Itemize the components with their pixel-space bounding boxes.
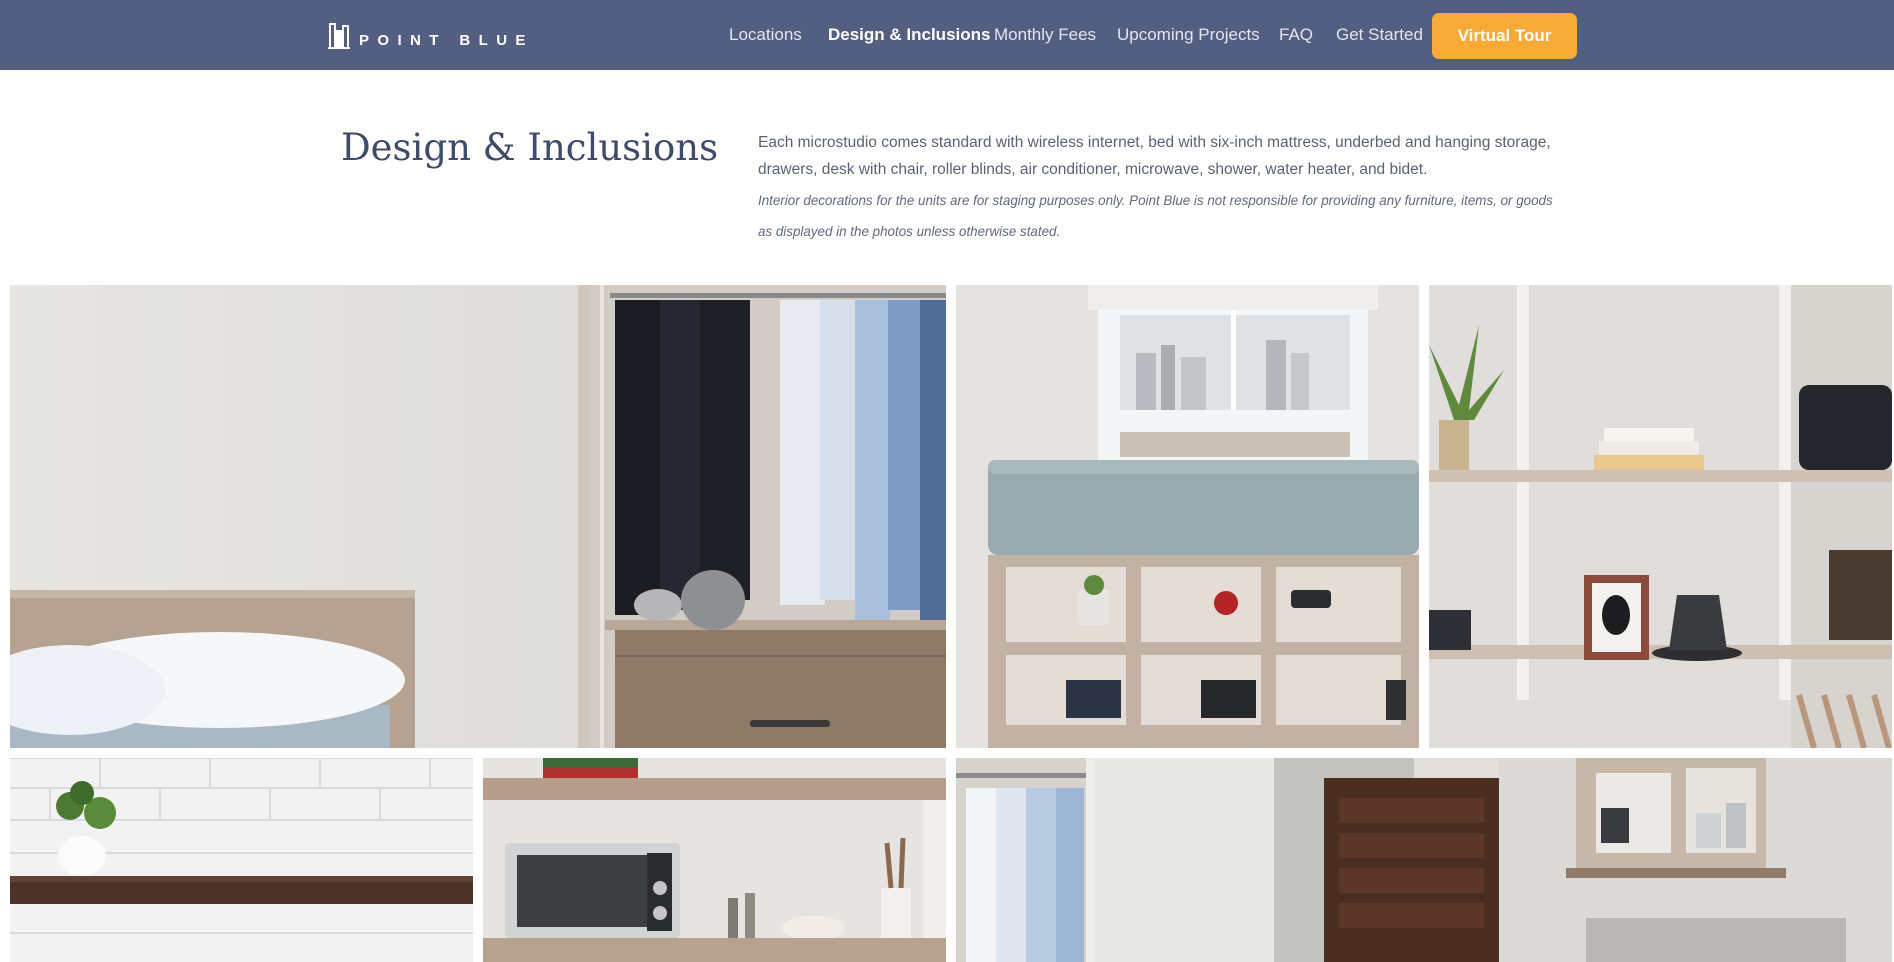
- inclusions-description: Each microstudio comes standard with wir…: [758, 134, 1551, 178]
- gallery-photo-shelving[interactable]: [1429, 285, 1892, 748]
- gallery-photo-bed-closet[interactable]: [10, 285, 946, 748]
- staging-disclaimer: Interior decorations for the units are f…: [758, 193, 1553, 239]
- microwave-image: [483, 758, 946, 962]
- gallery-photo-bed-storage[interactable]: [956, 285, 1419, 748]
- nav-monthly-fees[interactable]: Monthly Fees: [994, 24, 1096, 46]
- bed-storage-image: [956, 285, 1419, 748]
- gallery-photo-closet-door[interactable]: [956, 758, 1892, 962]
- page-title: Design & Inclusions: [341, 126, 719, 169]
- nav-upcoming-projects[interactable]: Upcoming Projects: [1117, 24, 1260, 46]
- main-nav: Locations Design & Inclusions Monthly Fe…: [0, 0, 1894, 70]
- bed-closet-image: [10, 285, 946, 748]
- kitchen-shelf-image: [10, 758, 473, 962]
- site-header: POINT BLUE Locations Design & Inclusions…: [0, 0, 1894, 70]
- nav-faq[interactable]: FAQ: [1279, 24, 1313, 46]
- nav-locations[interactable]: Locations: [729, 24, 802, 46]
- virtual-tour-button[interactable]: Virtual Tour: [1432, 13, 1577, 59]
- gallery-photo-microwave[interactable]: [483, 758, 946, 962]
- gallery-photo-kitchen-shelf[interactable]: [10, 758, 473, 962]
- intro-section: Each microstudio comes standard with wir…: [758, 129, 1564, 247]
- closet-door-image: [956, 758, 1892, 962]
- nav-get-started[interactable]: Get Started: [1336, 24, 1423, 46]
- shelving-image: [1429, 285, 1892, 748]
- nav-design-inclusions[interactable]: Design & Inclusions: [828, 24, 990, 46]
